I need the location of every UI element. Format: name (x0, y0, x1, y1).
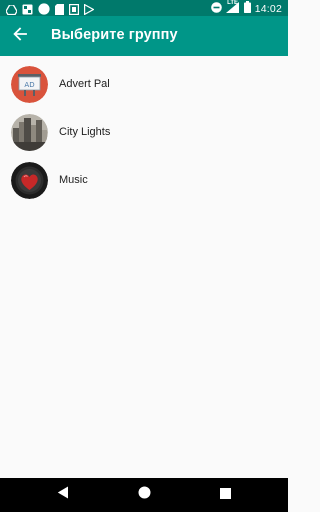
network-type-label: LTE (227, 0, 238, 6)
advert-pal-avatar: AD (11, 65, 48, 103)
home-circle-icon (138, 486, 151, 504)
status-bar: LTE 14:02 (0, 0, 288, 16)
city-lights-avatar (11, 113, 48, 151)
back-button[interactable] (6, 22, 34, 50)
list-item-label: Advert Pal (59, 78, 110, 90)
nav-home-button[interactable] (134, 485, 154, 505)
app-bar: Выберите группу (0, 16, 288, 56)
advert-pal-avatar-text: AD (24, 81, 34, 89)
navigation-bar (0, 478, 288, 512)
group-list: AD Advert Pal City Lights Music (0, 60, 288, 204)
back-triangle-icon (57, 486, 69, 504)
recents-square-icon (219, 486, 231, 504)
music-heart-avatar (11, 161, 48, 199)
list-item-advert-pal[interactable]: AD Advert Pal (0, 60, 288, 108)
arrow-back-icon (13, 26, 27, 46)
nav-back-button[interactable] (53, 485, 73, 505)
dnd-icon (210, 1, 222, 16)
page-title: Выберите группу (51, 27, 178, 43)
list-item-label: Music (59, 174, 88, 186)
status-right-icons: LTE 14:02 (210, 0, 282, 16)
list-item-city-lights[interactable]: City Lights (0, 108, 288, 156)
status-time: 14:02 (254, 2, 282, 15)
list-item-label: City Lights (59, 126, 111, 138)
nav-recents-button[interactable] (215, 485, 235, 505)
list-item-music[interactable]: Music (0, 156, 288, 204)
battery-icon (243, 1, 251, 16)
